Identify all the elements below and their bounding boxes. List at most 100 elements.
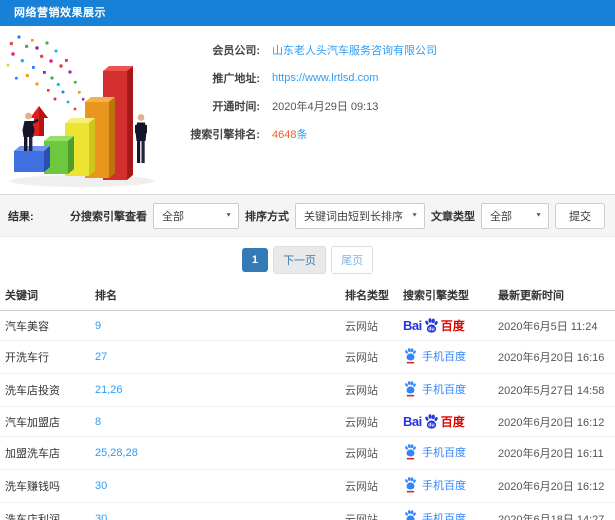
- mobile-baidu-paw-icon: [403, 476, 418, 493]
- info-row-company: 会员公司: 山东老人头汽车服务咨询有限公司: [168, 36, 615, 64]
- company-label: 会员公司:: [212, 45, 260, 57]
- rank-type-cell: 云网站: [340, 502, 398, 520]
- updated-cell: 2020年6月18日 14:27: [493, 502, 615, 520]
- rank-cell[interactable]: 9: [90, 310, 340, 341]
- baidu-paw-icon: du: [423, 413, 440, 430]
- table-header-row: 关键词 排名 排名类型 搜索引擎类型 最新更新时间: [0, 281, 615, 311]
- info-row-ranking-count: 搜索引擎排名: 4648条: [168, 120, 615, 148]
- mobile-baidu-logo: 手机百度: [403, 347, 466, 364]
- keyword-cell: 汽车加盟店: [0, 406, 90, 437]
- info-row-url: 推广地址: https://www.lrtlsd.com: [168, 64, 615, 92]
- col-keyword: 关键词: [0, 281, 90, 311]
- open-time-value: 2020年4月29日 09:13: [272, 101, 379, 113]
- updated-cell: 2020年6月20日 16:11: [493, 436, 615, 470]
- svg-text:du: du: [428, 422, 434, 428]
- next-page-button[interactable]: 下一页: [273, 246, 327, 274]
- page-title: 网络营销效果展示: [14, 7, 106, 19]
- submit-button[interactable]: 提交: [555, 202, 605, 229]
- mobile-baidu-logo: 手机百度: [403, 476, 466, 493]
- engine-cell: Bai du 百度: [398, 406, 493, 437]
- promo-url-link[interactable]: https://www.lrtlsd.com: [272, 72, 378, 84]
- table-row: 加盟洗车店 25,28,28 云网站 手机百度 2020年6月20日 16:11: [0, 436, 615, 470]
- confetti-dots: [6, 35, 85, 111]
- table-row: 洗车店利润 30 云网站 手机百度 2020年6月18日 14:27: [0, 502, 615, 520]
- rank-cell[interactable]: 25,28,28: [90, 436, 340, 470]
- ranking-count-unit: 条: [296, 129, 308, 141]
- col-rank-type: 排名类型: [340, 281, 398, 311]
- bar-chart-illustration: [0, 26, 168, 194]
- ranking-count-value: 4648: [272, 129, 297, 141]
- rank-cell[interactable]: 21,26: [90, 373, 340, 407]
- engine-cell: 手机百度: [398, 340, 493, 374]
- mobile-baidu-logo: 手机百度: [403, 509, 466, 520]
- mobile-baidu-logo: 手机百度: [403, 380, 466, 397]
- article-type-label: 文章类型: [431, 210, 475, 223]
- table-row: 汽车美容 9 云网站 Bai du 百度 2020年6月5日 11:24: [0, 310, 615, 341]
- mobile-baidu-logo: 手机百度: [403, 443, 466, 460]
- results-table: 关键词 排名 排名类型 搜索引擎类型 最新更新时间 汽车美容 9 云网站 Bai…: [0, 281, 615, 520]
- page-header: 网络营销效果展示: [0, 0, 615, 26]
- keyword-cell: 洗车店投资: [0, 373, 90, 407]
- keyword-cell: 加盟洗车店: [0, 436, 90, 470]
- col-engine-type: 搜索引擎类型: [398, 281, 493, 311]
- engine-cell: 手机百度: [398, 373, 493, 407]
- updated-cell: 2020年6月20日 16:16: [493, 340, 615, 374]
- mobile-baidu-paw-icon: [403, 443, 418, 460]
- rank-cell[interactable]: 30: [90, 502, 340, 520]
- table-row: 汽车加盟店 8 云网站 Bai du 百度 2020年6月20日 16:12: [0, 406, 615, 437]
- promo-url-label: 推广地址:: [212, 73, 260, 85]
- caret-down-icon: ▼: [535, 212, 542, 219]
- engine-cell: 手机百度: [398, 502, 493, 520]
- table-row: 开洗车行 27 云网站 手机百度 2020年6月20日 16:16: [0, 340, 615, 374]
- last-page-button[interactable]: 尾页: [331, 246, 374, 274]
- rank-cell[interactable]: 27: [90, 340, 340, 374]
- ranking-count-label: 搜索引擎排名:: [190, 129, 260, 141]
- info-row-open-time: 开通时间: 2020年4月29日 09:13: [168, 92, 615, 120]
- rank-type-cell: 云网站: [340, 340, 398, 374]
- page-1-button[interactable]: 1: [241, 248, 268, 272]
- rank-type-cell: 云网站: [340, 469, 398, 503]
- baidu-pc-logo: Bai du 百度: [403, 317, 465, 334]
- table-row: 洗车赚钱吗 30 云网站 手机百度 2020年6月20日 16:12: [0, 469, 615, 503]
- caret-down-icon: ▼: [225, 212, 232, 219]
- baidu-paw-icon: du: [423, 317, 440, 334]
- rank-type-cell: 云网站: [340, 373, 398, 407]
- rank-type-cell: 云网站: [340, 310, 398, 341]
- col-updated: 最新更新时间: [493, 281, 615, 311]
- rank-cell[interactable]: 8: [90, 406, 340, 437]
- company-name-link[interactable]: 山东老人头汽车服务咨询有限公司: [272, 45, 437, 57]
- keyword-cell: 洗车赚钱吗: [0, 469, 90, 503]
- article-type-select-value: 全部: [490, 210, 512, 223]
- growth-chart-graphic: [6, 35, 154, 187]
- updated-cell: 2020年6月5日 11:24: [493, 310, 615, 341]
- rank-cell[interactable]: 30: [90, 469, 340, 503]
- engine-select[interactable]: 全部 ▼: [153, 202, 239, 229]
- table-row: 洗车店投资 21,26 云网站 手机百度 2020年5月27日 14:58: [0, 373, 615, 407]
- summary-section: 会员公司: 山东老人头汽车服务咨询有限公司 推广地址: https://www.…: [0, 26, 615, 194]
- keyword-cell: 汽车美容: [0, 310, 90, 341]
- businessman-right: [135, 114, 147, 163]
- updated-cell: 2020年5月27日 14:58: [493, 373, 615, 407]
- company-info-panel: 会员公司: 山东老人头汽车服务咨询有限公司 推广地址: https://www.…: [168, 26, 615, 194]
- engine-cell: 手机百度: [398, 469, 493, 503]
- sort-select-value: 关键词由短到长排序: [304, 210, 403, 223]
- sort-select[interactable]: 关键词由短到长排序 ▼: [295, 202, 425, 229]
- engine-select-value: 全部: [162, 210, 184, 223]
- engine-cell: Bai du 百度: [398, 310, 493, 341]
- rank-type-cell: 云网站: [340, 406, 398, 437]
- article-type-select[interactable]: 全部 ▼: [481, 202, 549, 229]
- svg-text:du: du: [428, 326, 434, 332]
- baidu-pc-logo: Bai du 百度: [403, 413, 465, 430]
- engine-filter-label: 分搜索引擎查看: [70, 210, 147, 223]
- sort-filter-label: 排序方式: [245, 210, 289, 223]
- mobile-baidu-paw-icon: [403, 347, 418, 364]
- mobile-baidu-paw-icon: [403, 380, 418, 397]
- pagination: 1 下一页 尾页: [0, 246, 615, 274]
- engine-cell: 手机百度: [398, 436, 493, 470]
- result-label: 结果:: [8, 210, 34, 223]
- updated-cell: 2020年6月20日 16:12: [493, 406, 615, 437]
- updated-cell: 2020年6月20日 16:12: [493, 469, 615, 503]
- keyword-cell: 洗车店利润: [0, 502, 90, 520]
- caret-down-icon: ▼: [411, 212, 418, 219]
- col-rank: 排名: [90, 281, 340, 311]
